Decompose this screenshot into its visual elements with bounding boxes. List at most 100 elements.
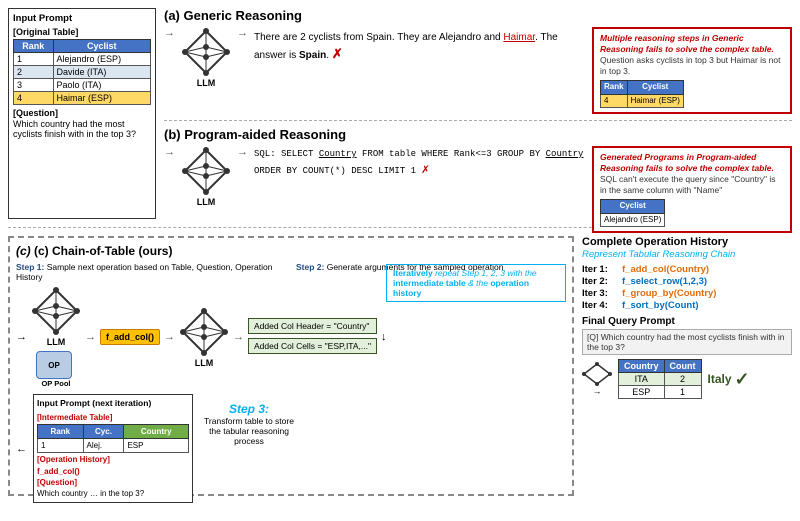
iter-table-row: 1 Alej. ESP <box>38 439 189 453</box>
generic-reasoning-row: → <box>164 27 792 114</box>
program-llm-container: LLM <box>181 146 231 207</box>
generic-error-table: Rank Cyclist 4 Haimar (ESP) <box>600 80 684 108</box>
cross-mark-program: ✗ <box>421 162 429 177</box>
program-llm-diamond <box>181 146 231 196</box>
table-row-highlighted: 4 Haimar (ESP) <box>14 92 151 105</box>
chain-arrow3: → <box>233 331 244 343</box>
op-history-subtitle: Represent Tabular Reasoning Chain <box>582 249 792 260</box>
iterative-repeat-box: Iteratively repeat Step 1, 2, 3 with the… <box>386 264 566 302</box>
program-title: (b) Program-aided Reasoning <box>164 127 792 142</box>
chain-llm1: LLM OP OP Pool <box>31 286 81 388</box>
added-col-header-box: Added Col Header = "Country" <box>248 318 377 334</box>
result-arrow-container: → <box>582 362 612 396</box>
mid-divider <box>164 120 792 121</box>
program-error-box: Generated Programs in Program-aided Reas… <box>592 146 792 233</box>
program-error-table: Cyclist Alejandro (ESP) <box>600 199 665 227</box>
result-table: Country Count ITA 2 ESP 1 <box>618 359 702 399</box>
op-iter-1: Iter 1: f_add_col(Country) <box>582 264 792 275</box>
chain-arrow2: → <box>164 331 175 343</box>
input-prompt-title: Input Prompt <box>13 13 151 24</box>
generic-title: (a) Generic Reasoning <box>164 8 792 23</box>
chain-llm2-label: LLM <box>195 358 214 368</box>
error-table-row: 4 Haimar (ESP) <box>601 94 684 107</box>
generic-output-arrow: → <box>237 27 248 39</box>
answer-spain: Spain <box>299 50 326 61</box>
op-hist-value: f_add_col() <box>37 466 189 477</box>
table-row: 1 Alejandro (ESP) <box>14 53 151 66</box>
bottom-section: (c) (c) Chain-of-Table (ours) Iterativel… <box>8 236 792 496</box>
chain-llm2: LLM <box>179 307 229 368</box>
main-container: Input Prompt [Original Table] Rank Cycli… <box>0 0 800 521</box>
op-iter-2: Iter 2: f_select_row(1,2,3) <box>582 276 792 287</box>
question-iter-label: [Question] <box>37 477 189 488</box>
step3-desc: Step 3: Transform table to store the tab… <box>199 394 299 446</box>
step3-arrow-col: ↓ <box>381 331 387 343</box>
back-arrow: ← <box>16 443 27 455</box>
chain-arrow1: → <box>85 331 96 343</box>
op-iter-4: Iter 4: f_sort_by(Count) <box>582 300 792 311</box>
program-error-row: Alejandro (ESP) <box>601 213 665 226</box>
col-cyclist: Cyclist <box>53 40 150 53</box>
added-col-cells-box: Added Col Cells = "ESP,ITA,..." <box>248 338 377 354</box>
sql-text: SQL: SELECT Country FROM table WHERE Ran… <box>254 146 586 179</box>
inter-table-label: [Intermediate Table] <box>37 412 189 423</box>
table-row: 2 Davide (ITA) <box>14 66 151 79</box>
chain-llm1-diamond <box>31 286 81 336</box>
op-iter-3: Iter 3: f_group_by(Country) <box>582 288 792 299</box>
generic-error-body: Question asks cyclists in top 3 but Haim… <box>600 55 784 77</box>
program-error-title: Generated Programs in Program-aided Reas… <box>600 152 784 174</box>
chain-llm2-diamond <box>179 307 229 357</box>
input-data-table: Rank Cyclist 1 Alejandro (ESP) 2 Davide … <box>13 39 151 105</box>
col-rank: Rank <box>14 40 54 53</box>
result-table-row: → Country Count ITA 2 <box>582 359 792 399</box>
loop-arrow: → <box>16 331 27 343</box>
program-output-arrow: → <box>237 146 248 158</box>
haimar-ref: Haimar <box>503 32 535 43</box>
chain-llm1-label: LLM <box>47 337 66 347</box>
program-input-arrow: → <box>164 146 175 158</box>
question-label: [Question] <box>13 108 151 118</box>
generic-reasoning-text: There are 2 cyclists from Spain. They ar… <box>254 27 586 63</box>
chain-of-table-section: (c) (c) Chain-of-Table (ours) Iterativel… <box>8 236 574 496</box>
result-row-esp: ESP 1 <box>619 386 702 399</box>
op-history-section: Complete Operation History Represent Tab… <box>582 236 792 496</box>
generic-reasoning-area: (a) Generic Reasoning → <box>164 8 792 114</box>
generic-error-box: Multiple reasoning steps in Generic Reas… <box>592 27 792 114</box>
op-pool-container: OP OP Pool <box>36 351 76 388</box>
step3-title: Step 3: <box>199 402 299 416</box>
fadd-col-box-container: f_add_col() <box>100 329 160 345</box>
cross-mark-generic: ✗ <box>332 46 343 61</box>
sql-country2: Country <box>546 149 584 159</box>
chain-left: → <box>16 331 27 343</box>
generic-llm-container: LLM <box>181 27 231 88</box>
added-col-container: Added Col Header = "Country" Added Col C… <box>248 318 377 356</box>
op-pool-cylinder: OP <box>36 351 72 379</box>
input-prompt-next-label: Input Prompt (next iteration) <box>37 398 189 410</box>
question-body: Which country had the most cyclists fini… <box>13 119 151 139</box>
generic-llm-diamond <box>181 27 231 77</box>
program-llm-label: LLM <box>197 197 216 207</box>
op-pool-label: OP Pool <box>36 379 76 388</box>
program-reasoning-area: (b) Program-aided Reasoning → <box>164 127 792 233</box>
result-row-ita: ITA 2 <box>619 373 702 386</box>
generic-llm-label: LLM <box>197 78 216 88</box>
generic-input-arrow: → <box>164 27 175 39</box>
next-iter-box: Input Prompt (next iteration) [Intermedi… <box>33 394 193 503</box>
italy-answer-container: Italy ✓ <box>708 369 750 390</box>
program-error-body: SQL can't execute the query since "Count… <box>600 174 784 196</box>
chain-title: (c) (c) Chain-of-Table (ours) <box>16 244 566 258</box>
table-row: 3 Paolo (ITA) <box>14 79 151 92</box>
program-reasoning-row: → <box>164 146 792 233</box>
step3-body: Transform table to store the tabular rea… <box>199 416 299 446</box>
func-box: f_add_col() <box>100 329 160 345</box>
generic-error-title: Multiple reasoning steps in Generic Reas… <box>600 33 784 55</box>
op-history-title: Complete Operation History <box>582 236 792 248</box>
final-query-title: Final Query Prompt <box>582 316 792 327</box>
final-query-text: [Q] Which country had the most cyclists … <box>582 329 792 355</box>
result-llm-diamond <box>582 362 612 386</box>
input-prompt-box: Input Prompt [Original Table] Rank Cycli… <box>8 8 156 219</box>
italy-text: Italy <box>708 372 732 386</box>
question-iter-text: Which country … in the top 3? <box>37 488 189 499</box>
step1-header: Step 1: Sample next operation based on T… <box>16 262 286 282</box>
op-hist-label: [Operation History] <box>37 454 189 465</box>
